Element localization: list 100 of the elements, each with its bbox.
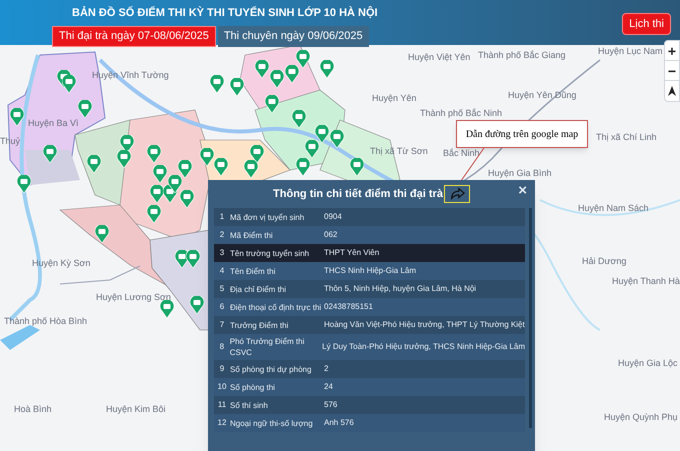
row-value: Hoàng Văn Việt-Phó Hiệu trưởng, THPT Lý Thường Kiệt [324,319,525,331]
exam-tab[interactable]: Thi đại trà ngày 07-08/06/2025 [52,26,216,46]
table-row[interactable]: 3 Tên trường tuyển sinh THPT Yên Viên [214,244,525,262]
row-value: 2 [324,363,330,375]
location-pin-icon[interactable] [214,158,228,176]
table-row[interactable]: 6 Điện thoại cố định trực thi 02438785151 [214,298,525,316]
location-pin-icon[interactable] [210,75,224,93]
location-pin-icon[interactable] [147,145,161,163]
row-number: 12 [216,417,228,429]
place-label: Huyện Việt Yên [408,52,470,63]
location-pin-icon[interactable] [265,95,279,113]
location-pin-icon[interactable] [200,148,214,166]
map-title: BẢN ĐỒ SỐ ĐIỂM THI KỲ THI TUYỂN SINH LỚP 10 HÀ NỘI [72,5,378,21]
location-pin-icon[interactable] [285,65,299,83]
row-value: 02438785151 [324,301,374,313]
location-pin-icon[interactable] [230,78,244,96]
place-label: Hoà Bình [14,404,52,415]
location-pin-icon[interactable] [350,158,364,176]
place-label: Bắc Ninh [443,148,480,159]
exam-tab[interactable]: Thi chuyên ngày 09/06/2025 [218,26,369,46]
location-pin-icon[interactable] [320,60,334,78]
row-value: THCS Ninh Hiệp-Gia Lâm [324,265,418,277]
table-row[interactable]: 10 Số phòng thi 24 [214,378,525,396]
row-number: 9 [218,363,226,375]
row-value: Thôn 5, Ninh Hiệp, huyện Gia Lâm, Hà Nội [324,283,478,295]
row-label: Trưởng Điểm thi [230,320,290,332]
zoom-in-button[interactable]: + [665,41,679,61]
share-icon[interactable] [444,185,470,203]
table-row[interactable]: 2 Mã Điểm thi 062 [214,226,525,244]
row-value: Lý Duy Toàn-Phó Hiệu trưởng, THCS Ninh Hiệp-Gia Lâm [322,341,525,353]
place-label: Huyện Ba Vì [28,118,79,129]
location-pin-icon[interactable] [78,100,92,118]
place-label: Thị xã Chí Linh [596,132,657,143]
row-number: 8 [218,341,226,353]
row-label: Mã đơn vị tuyển sinh [230,212,306,224]
row-label: Điện thoại cố định trực thi [230,302,322,314]
row-label: Tên Điểm thi [230,266,276,278]
table-row[interactable]: 4 Tên Điểm thi THCS Ninh Hiệp-Gia Lâm [214,262,525,280]
place-label: Hải Dương [582,256,626,267]
location-pin-icon[interactable] [330,130,344,148]
table-row[interactable]: 7 Trưởng Điểm thi Hoàng Văn Việt-Phó Hiệu trưởng, THPT Lý Thường Kiệt [214,316,525,334]
location-pin-icon[interactable] [150,185,164,203]
location-pin-icon[interactable] [168,175,182,193]
location-pin-icon[interactable] [117,150,131,168]
close-button[interactable]: × [518,183,527,198]
row-label: Ngoại ngữ thi-số lượng [230,418,314,430]
row-value: 24 [324,381,334,393]
row-value: 576 [324,399,338,411]
location-pin-icon[interactable] [160,300,174,318]
location-pin-icon[interactable] [292,110,306,128]
location-pin-icon[interactable] [270,70,284,88]
location-pin-icon[interactable] [87,155,101,173]
location-pin-icon[interactable] [315,125,329,143]
lake-shape [0,325,40,350]
table-row[interactable]: 5 Địa chỉ Điểm thi Thôn 5, Ninh Hiệp, huyện Gia Lâm, Hà Nội [214,280,525,298]
place-label: Huyện Thanh Hà [612,276,680,287]
location-pin-icon[interactable] [186,250,200,268]
row-label: Số phòng thi dự phòng [230,364,312,376]
place-label: Huyện Lục Nam [598,46,663,57]
table-row[interactable]: 1 Mã đơn vị tuyển sinh 0904 [214,208,525,226]
place-label: Thành phố Bắc Giang [478,50,566,61]
place-label: Thành phố Bắc Ninh [420,108,502,119]
place-label: Huyện Nam Sách [578,203,649,214]
row-number: 11 [216,399,228,411]
location-pin-icon[interactable] [255,60,269,78]
location-pin-icon[interactable] [62,75,76,93]
panel-title: Thông tin chi tiết điểm thi đại trà [273,186,443,202]
location-pin-icon[interactable] [180,190,194,208]
row-number: 6 [218,301,226,313]
location-pin-icon[interactable] [296,158,310,176]
row-value: Anh 576 [324,417,355,429]
row-value: 0904 [324,211,343,223]
location-pin-icon[interactable] [296,50,310,68]
schedule-button[interactable]: Lịch thi [622,13,671,35]
table-row[interactable]: 12 Ngoại ngữ thi-số lượng Anh 576 [214,414,525,432]
location-pin-icon[interactable] [305,140,319,158]
location-pin-icon[interactable] [153,165,167,183]
row-value: 062 [324,229,338,241]
location-pin-icon[interactable] [244,160,258,178]
location-pin-icon[interactable] [17,175,31,193]
location-pin-icon[interactable] [10,108,24,126]
row-number: 5 [218,283,226,295]
table-row[interactable]: 11 Số thí sinh 576 [214,396,525,414]
row-number: 3 [218,247,226,259]
place-label: Huyện Kim Bôi [106,404,166,415]
place-label: Huyện Gia Lộc [618,358,678,369]
location-pin-icon[interactable] [190,296,204,314]
row-label: Số phòng thi [230,382,276,394]
location-pin-icon[interactable] [95,225,109,243]
place-label: Huyện Yên Dũng [508,90,576,101]
table-row[interactable]: 9 Số phòng thi dự phòng 2 [214,360,525,378]
row-number: 7 [218,319,226,331]
location-pin-icon[interactable] [43,145,57,163]
row-label: Mã Điểm thi [230,230,274,242]
zoom-out-button[interactable]: − [665,61,679,81]
row-number: 1 [218,211,226,223]
location-pin-icon[interactable] [178,160,192,178]
location-pin-icon[interactable] [147,205,161,223]
callout-text: Dẫn đường trên google map [466,128,578,142]
row-label: Địa chỉ Điểm thi [230,284,288,296]
